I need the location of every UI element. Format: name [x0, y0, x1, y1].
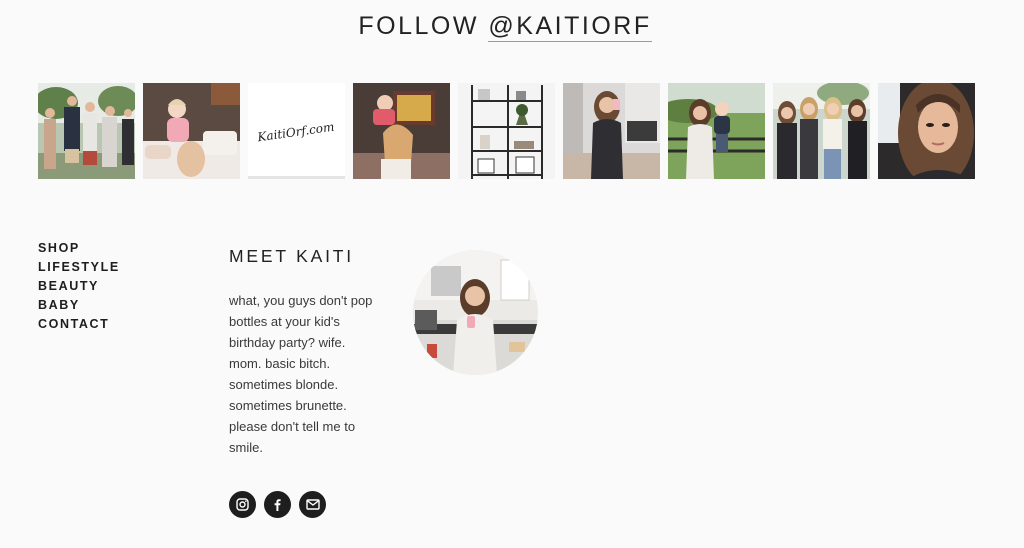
nav-item-shop[interactable]: SHOP [38, 241, 80, 255]
about-title: MEET KAITI [229, 246, 354, 266]
social-links [229, 491, 326, 518]
about-bio: what, you guys don't pop bottles at your… [229, 293, 373, 455]
page: FOLLOW @KAITIORF KaitiOrf.com SHOP LIFES… [0, 0, 1024, 548]
instagram-photo-2[interactable] [143, 83, 240, 179]
facebook-icon[interactable] [264, 491, 291, 518]
instagram-photo-1[interactable] [38, 83, 135, 179]
follow-heading: FOLLOW @KAITIORF [0, 12, 1010, 42]
nav-item-baby[interactable]: BABY [38, 298, 80, 312]
nav-item-beauty[interactable]: BEAUTY [38, 279, 99, 293]
instagram-handle-link[interactable]: @KAITIORF [488, 12, 652, 42]
nav-item-lifestyle[interactable]: LIFESTYLE [38, 260, 120, 274]
instagram-photo-8[interactable] [773, 83, 870, 179]
instagram-feed: KaitiOrf.com [38, 83, 975, 179]
instagram-photo-3[interactable]: KaitiOrf.com [248, 83, 345, 179]
instagram-photo-5[interactable] [458, 83, 555, 179]
nav-item-contact[interactable]: CONTACT [38, 317, 109, 331]
instagram-photo-9[interactable] [878, 83, 975, 179]
instagram-photo-6[interactable] [563, 83, 660, 179]
instagram-photo-4[interactable] [353, 83, 450, 179]
follow-prefix: FOLLOW [358, 12, 479, 40]
footer-nav: SHOP LIFESTYLE BEAUTY BABY CONTACT [38, 239, 120, 334]
avatar [413, 250, 538, 375]
instagram-photo-7[interactable] [668, 83, 765, 179]
instagram-icon[interactable] [229, 491, 256, 518]
email-icon[interactable] [299, 491, 326, 518]
